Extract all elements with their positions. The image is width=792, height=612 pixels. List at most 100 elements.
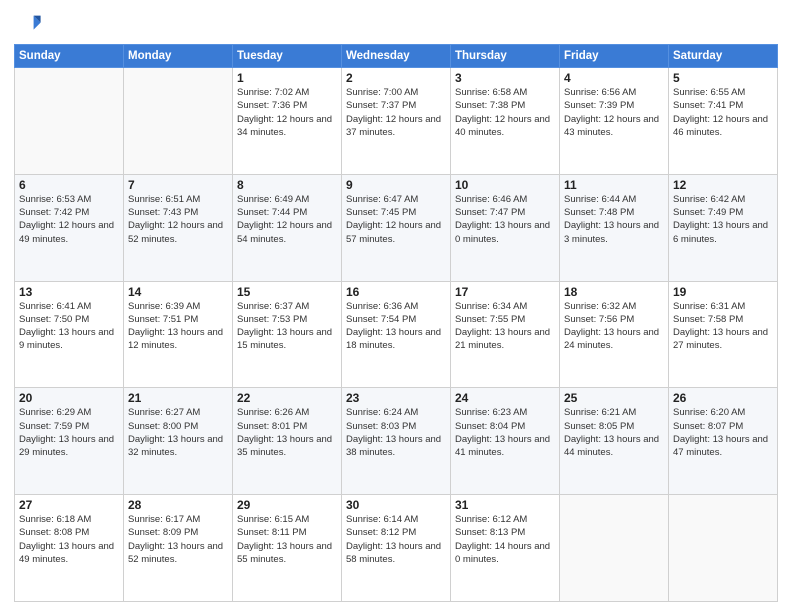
cell-text: Daylight: 13 hours and 47 minutes.	[673, 433, 773, 460]
table-row	[15, 68, 124, 175]
cell-text: Sunrise: 6:49 AM	[237, 193, 337, 206]
cell-text: Sunrise: 6:17 AM	[128, 513, 228, 526]
table-row: 5Sunrise: 6:55 AMSunset: 7:41 PMDaylight…	[669, 68, 778, 175]
cell-text: Sunset: 7:49 PM	[673, 206, 773, 219]
calendar-week-row: 6Sunrise: 6:53 AMSunset: 7:42 PMDaylight…	[15, 174, 778, 281]
cell-text: Sunrise: 6:46 AM	[455, 193, 555, 206]
table-row: 24Sunrise: 6:23 AMSunset: 8:04 PMDayligh…	[451, 388, 560, 495]
cell-text: Sunrise: 6:26 AM	[237, 406, 337, 419]
day-number: 17	[455, 285, 555, 299]
col-tuesday: Tuesday	[233, 45, 342, 68]
day-number: 23	[346, 391, 446, 405]
table-row: 2Sunrise: 7:00 AMSunset: 7:37 PMDaylight…	[342, 68, 451, 175]
calendar-table: Sunday Monday Tuesday Wednesday Thursday…	[14, 44, 778, 602]
cell-text: Sunset: 8:13 PM	[455, 526, 555, 539]
cell-text: Daylight: 13 hours and 38 minutes.	[346, 433, 446, 460]
table-row: 20Sunrise: 6:29 AMSunset: 7:59 PMDayligh…	[15, 388, 124, 495]
cell-text: Sunrise: 6:21 AM	[564, 406, 664, 419]
table-row: 13Sunrise: 6:41 AMSunset: 7:50 PMDayligh…	[15, 281, 124, 388]
day-number: 16	[346, 285, 446, 299]
cell-text: Sunrise: 6:53 AM	[19, 193, 119, 206]
cell-text: Sunset: 8:01 PM	[237, 420, 337, 433]
cell-text: Sunrise: 6:15 AM	[237, 513, 337, 526]
calendar-week-row: 27Sunrise: 6:18 AMSunset: 8:08 PMDayligh…	[15, 495, 778, 602]
cell-text: Sunset: 8:03 PM	[346, 420, 446, 433]
table-row: 31Sunrise: 6:12 AMSunset: 8:13 PMDayligh…	[451, 495, 560, 602]
day-number: 5	[673, 71, 773, 85]
table-row: 21Sunrise: 6:27 AMSunset: 8:00 PMDayligh…	[124, 388, 233, 495]
cell-text: Daylight: 13 hours and 12 minutes.	[128, 326, 228, 353]
day-number: 18	[564, 285, 664, 299]
cell-text: Sunrise: 6:58 AM	[455, 86, 555, 99]
col-wednesday: Wednesday	[342, 45, 451, 68]
cell-text: Sunset: 7:41 PM	[673, 99, 773, 112]
cell-text: Daylight: 13 hours and 3 minutes.	[564, 219, 664, 246]
cell-text: Daylight: 12 hours and 52 minutes.	[128, 219, 228, 246]
cell-text: Sunrise: 6:37 AM	[237, 300, 337, 313]
table-row: 26Sunrise: 6:20 AMSunset: 8:07 PMDayligh…	[669, 388, 778, 495]
cell-text: Daylight: 13 hours and 27 minutes.	[673, 326, 773, 353]
cell-text: Daylight: 13 hours and 6 minutes.	[673, 219, 773, 246]
table-row: 27Sunrise: 6:18 AMSunset: 8:08 PMDayligh…	[15, 495, 124, 602]
cell-text: Sunset: 7:51 PM	[128, 313, 228, 326]
day-number: 30	[346, 498, 446, 512]
table-row: 8Sunrise: 6:49 AMSunset: 7:44 PMDaylight…	[233, 174, 342, 281]
cell-text: Daylight: 13 hours and 15 minutes.	[237, 326, 337, 353]
day-number: 31	[455, 498, 555, 512]
table-row: 6Sunrise: 6:53 AMSunset: 7:42 PMDaylight…	[15, 174, 124, 281]
cell-text: Sunset: 8:08 PM	[19, 526, 119, 539]
col-monday: Monday	[124, 45, 233, 68]
cell-text: Daylight: 12 hours and 37 minutes.	[346, 113, 446, 140]
cell-text: Daylight: 12 hours and 54 minutes.	[237, 219, 337, 246]
day-number: 21	[128, 391, 228, 405]
cell-text: Daylight: 13 hours and 58 minutes.	[346, 540, 446, 567]
cell-text: Sunrise: 6:55 AM	[673, 86, 773, 99]
cell-text: Sunrise: 6:20 AM	[673, 406, 773, 419]
logo	[14, 10, 46, 38]
cell-text: Sunrise: 6:14 AM	[346, 513, 446, 526]
table-row: 30Sunrise: 6:14 AMSunset: 8:12 PMDayligh…	[342, 495, 451, 602]
table-row: 22Sunrise: 6:26 AMSunset: 8:01 PMDayligh…	[233, 388, 342, 495]
cell-text: Sunset: 7:36 PM	[237, 99, 337, 112]
day-number: 7	[128, 178, 228, 192]
cell-text: Sunset: 7:48 PM	[564, 206, 664, 219]
table-row: 1Sunrise: 7:02 AMSunset: 7:36 PMDaylight…	[233, 68, 342, 175]
cell-text: Sunset: 7:47 PM	[455, 206, 555, 219]
table-row: 14Sunrise: 6:39 AMSunset: 7:51 PMDayligh…	[124, 281, 233, 388]
cell-text: Sunrise: 6:34 AM	[455, 300, 555, 313]
col-thursday: Thursday	[451, 45, 560, 68]
cell-text: Daylight: 13 hours and 21 minutes.	[455, 326, 555, 353]
day-number: 14	[128, 285, 228, 299]
table-row: 11Sunrise: 6:44 AMSunset: 7:48 PMDayligh…	[560, 174, 669, 281]
table-row	[669, 495, 778, 602]
table-row	[560, 495, 669, 602]
cell-text: Sunrise: 6:32 AM	[564, 300, 664, 313]
cell-text: Sunset: 8:07 PM	[673, 420, 773, 433]
cell-text: Daylight: 13 hours and 49 minutes.	[19, 540, 119, 567]
cell-text: Daylight: 13 hours and 41 minutes.	[455, 433, 555, 460]
day-number: 15	[237, 285, 337, 299]
cell-text: Sunset: 7:45 PM	[346, 206, 446, 219]
cell-text: Sunset: 8:00 PM	[128, 420, 228, 433]
cell-text: Daylight: 12 hours and 49 minutes.	[19, 219, 119, 246]
calendar-week-row: 13Sunrise: 6:41 AMSunset: 7:50 PMDayligh…	[15, 281, 778, 388]
cell-text: Daylight: 13 hours and 24 minutes.	[564, 326, 664, 353]
cell-text: Sunset: 7:44 PM	[237, 206, 337, 219]
cell-text: Sunrise: 7:00 AM	[346, 86, 446, 99]
day-number: 26	[673, 391, 773, 405]
cell-text: Sunrise: 6:18 AM	[19, 513, 119, 526]
day-number: 29	[237, 498, 337, 512]
col-saturday: Saturday	[669, 45, 778, 68]
cell-text: Sunrise: 6:24 AM	[346, 406, 446, 419]
day-number: 4	[564, 71, 664, 85]
day-number: 11	[564, 178, 664, 192]
col-sunday: Sunday	[15, 45, 124, 68]
cell-text: Sunset: 7:43 PM	[128, 206, 228, 219]
cell-text: Sunset: 8:11 PM	[237, 526, 337, 539]
cell-text: Daylight: 12 hours and 57 minutes.	[346, 219, 446, 246]
cell-text: Sunrise: 6:31 AM	[673, 300, 773, 313]
day-number: 10	[455, 178, 555, 192]
table-row: 19Sunrise: 6:31 AMSunset: 7:58 PMDayligh…	[669, 281, 778, 388]
cell-text: Sunrise: 6:56 AM	[564, 86, 664, 99]
table-row: 28Sunrise: 6:17 AMSunset: 8:09 PMDayligh…	[124, 495, 233, 602]
